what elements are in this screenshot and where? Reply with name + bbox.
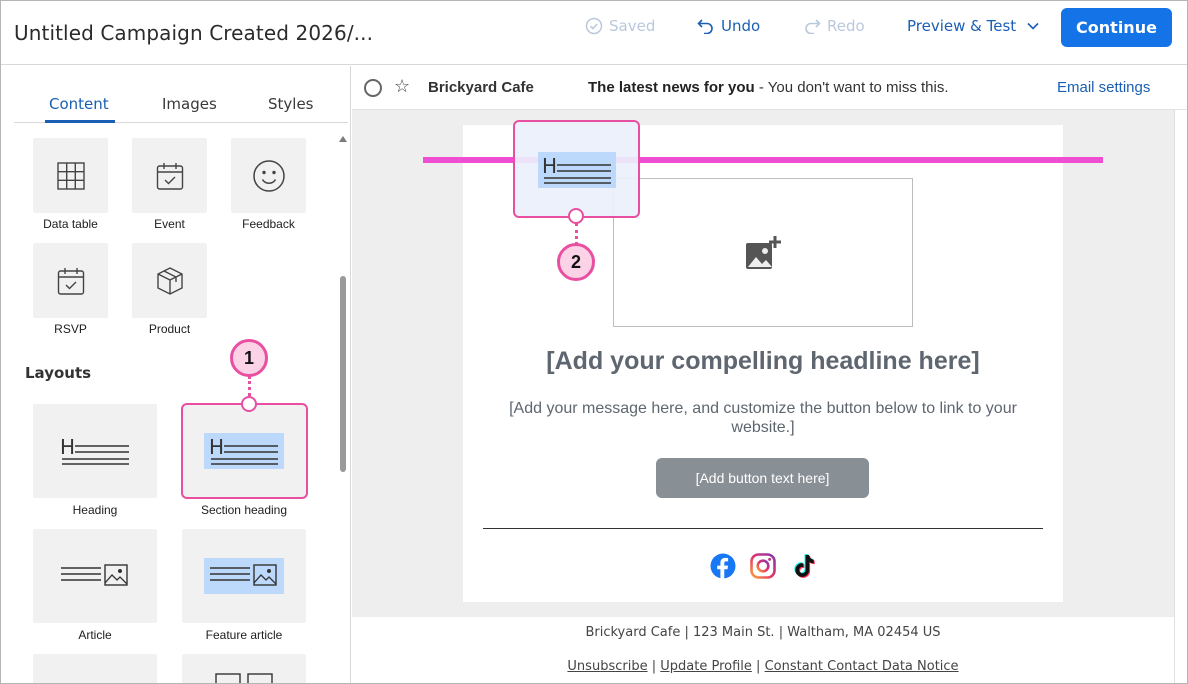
tile-label: Feedback bbox=[242, 217, 295, 231]
box-icon bbox=[156, 266, 183, 295]
continue-button[interactable]: Continue bbox=[1061, 8, 1172, 47]
image-placeholder[interactable] bbox=[613, 178, 913, 327]
tab-content[interactable]: Content bbox=[49, 95, 109, 113]
tile-data-table[interactable] bbox=[33, 138, 108, 213]
scroll-up-arrow[interactable] bbox=[339, 136, 347, 142]
check-circle-icon bbox=[585, 17, 603, 35]
email-settings-link[interactable]: Email settings bbox=[1057, 79, 1150, 96]
svg-text:H: H bbox=[542, 155, 557, 178]
callout-2: 2 bbox=[557, 243, 595, 281]
layout-feature-article[interactable] bbox=[182, 529, 306, 623]
layout-tile-partial[interactable] bbox=[182, 654, 306, 683]
tile-label: Section heading bbox=[200, 503, 288, 517]
tiktok-icon[interactable] bbox=[790, 553, 816, 579]
select-radio[interactable] bbox=[364, 79, 382, 97]
email-message[interactable]: [Add your message here, and customize th… bbox=[503, 399, 1023, 437]
app-window: Untitled Campaign Created 2026/... Saved… bbox=[0, 0, 1188, 684]
subject-text: The latest news for you bbox=[588, 79, 755, 96]
email-cta-button[interactable]: [Add button text here] bbox=[656, 458, 869, 498]
subject-line: The latest news for you - You don't want… bbox=[588, 79, 949, 96]
tile-label: Heading bbox=[72, 503, 118, 517]
preview-test-button[interactable]: Preview & Test bbox=[907, 17, 1040, 35]
email-canvas: [Add your compelling headline here] [Add… bbox=[352, 110, 1174, 617]
instagram-icon[interactable] bbox=[750, 553, 776, 579]
tile-feedback[interactable] bbox=[231, 138, 306, 213]
star-icon[interactable]: ☆ bbox=[394, 76, 410, 97]
footer-address: Brickyard Cafe | 123 Main St. | Waltham,… bbox=[585, 625, 941, 640]
tile-label: Product bbox=[148, 322, 191, 336]
layout-tile-partial[interactable] bbox=[33, 654, 157, 683]
undo-button[interactable]: Undo bbox=[697, 17, 760, 35]
footer-separator: | bbox=[756, 659, 761, 674]
saved-label: Saved bbox=[609, 17, 656, 35]
callout-connector-2 bbox=[575, 223, 578, 245]
redo-button[interactable]: Redo bbox=[803, 17, 865, 35]
callout-anchor-1 bbox=[241, 396, 257, 412]
callout-1: 1 bbox=[230, 339, 268, 377]
saved-status: Saved bbox=[585, 17, 655, 35]
preview-label: Preview & Test bbox=[907, 17, 1017, 35]
tile-product[interactable] bbox=[132, 243, 207, 318]
redo-icon bbox=[805, 19, 821, 34]
section-heading-layout-icon: H bbox=[542, 155, 611, 184]
feature-article-highlight bbox=[204, 558, 284, 594]
tile-label: RSVP bbox=[54, 322, 87, 336]
dragged-highlight: H bbox=[538, 152, 616, 188]
preheader-text: - You don't want to miss this. bbox=[754, 79, 949, 96]
sender-name: Brickyard Cafe bbox=[428, 79, 534, 96]
calendar-check-icon bbox=[57, 267, 84, 295]
layout-heading[interactable]: H bbox=[33, 404, 157, 498]
chevron-down-icon bbox=[1027, 22, 1039, 30]
redo-label: Redo bbox=[827, 17, 865, 35]
tile-label: Feature article bbox=[205, 628, 283, 642]
layout-article[interactable] bbox=[33, 529, 157, 623]
tile-label: Event bbox=[154, 217, 185, 231]
calendar-icon bbox=[156, 162, 183, 190]
tile-rsvp[interactable] bbox=[33, 243, 108, 318]
footer-separator: | bbox=[651, 659, 657, 674]
left-panel: Content Images Styles Data table Event F… bbox=[1, 66, 351, 683]
tab-images[interactable]: Images bbox=[162, 95, 217, 113]
tile-event[interactable] bbox=[132, 138, 207, 213]
tile-label: Article bbox=[78, 628, 112, 642]
highlight-frame-1 bbox=[181, 403, 308, 499]
email-divider bbox=[483, 528, 1043, 529]
inbox-preview-bar: ☆ Brickyard Cafe The latest news for you… bbox=[352, 66, 1187, 110]
active-tab-indicator bbox=[45, 120, 115, 123]
top-bar: Untitled Campaign Created 2026/... Saved… bbox=[1, 1, 1187, 65]
columns-layout-icon bbox=[215, 673, 273, 683]
undo-icon bbox=[697, 19, 713, 34]
svg-text:H: H bbox=[60, 436, 75, 459]
dragged-section-heading[interactable]: H bbox=[513, 120, 640, 218]
left-scrollbar-thumb[interactable] bbox=[340, 276, 346, 472]
preview-scrollbar[interactable] bbox=[1174, 110, 1187, 683]
unsubscribe-link[interactable]: Unsubscribe bbox=[567, 659, 647, 674]
email-headline[interactable]: [Add your compelling headline here] bbox=[463, 347, 1063, 376]
data-notice-link[interactable]: Constant Contact Data Notice bbox=[765, 659, 959, 674]
smiley-icon bbox=[252, 159, 285, 192]
article-layout-icon bbox=[61, 564, 128, 586]
heading-layout-icon: H bbox=[60, 436, 129, 465]
tile-label: Data table bbox=[43, 217, 98, 231]
layouts-heading: Layouts bbox=[25, 364, 92, 382]
callout-anchor-2 bbox=[568, 208, 584, 224]
panel-tabs: Content Images Styles bbox=[14, 66, 348, 123]
tab-styles[interactable]: Styles bbox=[268, 95, 314, 113]
facebook-icon[interactable] bbox=[710, 553, 736, 579]
feature-article-layout-icon bbox=[210, 564, 277, 586]
undo-label: Undo bbox=[721, 17, 761, 35]
update-profile-link[interactable]: Update Profile bbox=[660, 659, 752, 674]
add-image-icon bbox=[746, 235, 781, 269]
campaign-title[interactable]: Untitled Campaign Created 2026/... bbox=[14, 21, 373, 45]
table-icon bbox=[56, 161, 85, 190]
footer-links: Unsubscribe | Update Profile | Constant … bbox=[352, 659, 1174, 674]
